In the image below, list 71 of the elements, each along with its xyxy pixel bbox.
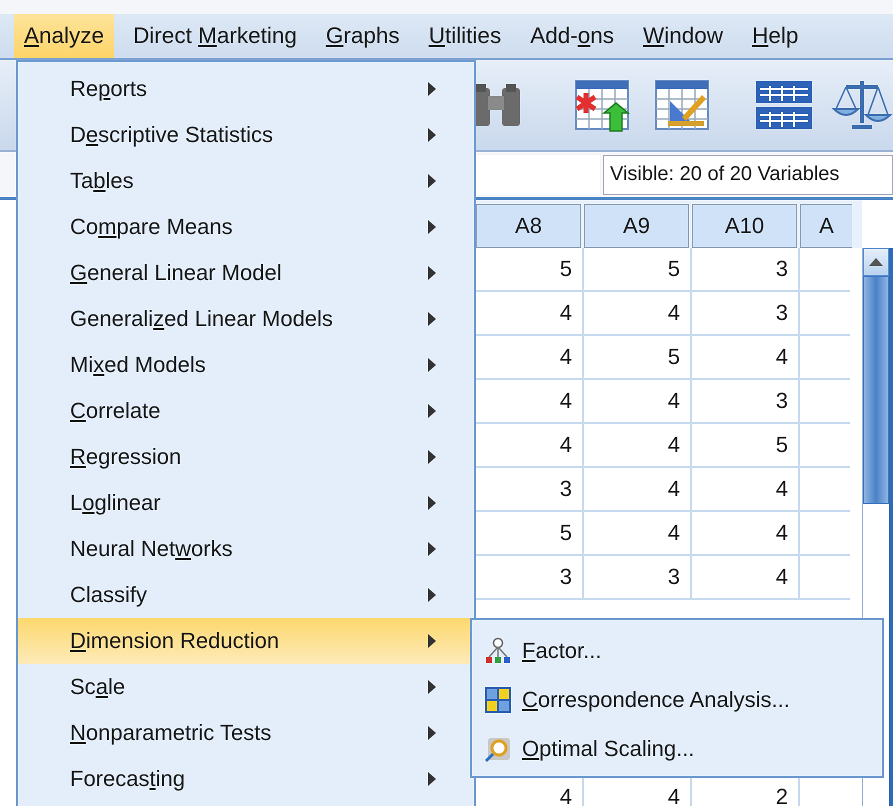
menu-item[interactable]: Scale	[18, 664, 474, 710]
menu-item[interactable]: Descriptive Statistics	[18, 112, 474, 158]
table-cell: 3	[692, 248, 800, 292]
grid-cells-icon	[484, 686, 512, 714]
column-header[interactable]: A9	[584, 204, 689, 248]
menu-item-label: General Linear Model	[70, 260, 282, 286]
table-cell: 4	[584, 424, 692, 468]
menu-item-label: Correlate	[70, 398, 160, 424]
menu-item[interactable]: Help	[742, 14, 808, 58]
menu-item[interactable]: Reports	[18, 66, 474, 112]
menu-item[interactable]: Analyze	[14, 14, 114, 58]
menu-item-label: Tables	[70, 168, 134, 194]
insert-cases-icon[interactable]	[572, 77, 632, 133]
table-cell: 5	[584, 336, 692, 380]
menu-item-label: Dimension Reduction	[70, 628, 280, 654]
menu-item[interactable]: Factor...	[472, 626, 882, 675]
table-cell: 4	[584, 292, 692, 336]
menu-item[interactable]: Mixed Models	[18, 342, 474, 388]
table-cell: 4	[692, 512, 800, 556]
table-cell: 4	[584, 468, 692, 512]
table-cell: 4	[584, 380, 692, 424]
menu-item[interactable]: Compare Means	[18, 204, 474, 250]
column-header[interactable]: A	[800, 204, 852, 248]
menu-item[interactable]: Neural Networks	[18, 526, 474, 572]
menu-item[interactable]: Correlate	[18, 388, 474, 434]
menu-item-label: Optimal Scaling...	[522, 736, 694, 762]
menu-item[interactable]: Nonparametric Tests	[18, 710, 474, 756]
menu-item-label: Loglinear	[70, 490, 161, 516]
menu-item-label: Factor...	[522, 638, 602, 664]
table-cell: 4	[692, 336, 800, 380]
cell-reference-field[interactable]	[476, 154, 600, 194]
menu-item-label: Correspondence Analysis...	[522, 686, 790, 712]
factor-icon	[484, 636, 512, 664]
menu-item-label: Classify	[70, 582, 148, 608]
menu-item[interactable]: Classify	[18, 572, 474, 618]
menu-item-label: Regression	[70, 444, 182, 470]
menu-item-label: Nonparametric Tests	[70, 720, 272, 746]
table-cell: 5	[692, 424, 800, 468]
table-cell: 4	[692, 556, 800, 600]
menu-item[interactable]: Graphs	[316, 14, 410, 58]
table-cell: 5	[584, 248, 692, 292]
table-cell: 3	[584, 556, 692, 600]
table-cell: 4	[584, 512, 692, 556]
menu-item[interactable]: Tables	[18, 158, 474, 204]
menu-item[interactable]: Forecasting	[18, 756, 474, 802]
menu-item-label: Scale	[70, 674, 126, 700]
table-cell: 4	[692, 468, 800, 512]
menu-item[interactable]: General Linear Model	[18, 250, 474, 296]
menu-item[interactable]: Direct Marketing	[123, 14, 307, 58]
menu-item-label: Forecasting	[70, 766, 185, 792]
menu-item[interactable]: Generalized Linear Models	[18, 296, 474, 342]
menu-item[interactable]: Correspondence Analysis...	[472, 675, 882, 724]
column-header[interactable]: A10	[692, 204, 797, 248]
menu-item-label: Mixed Models	[70, 352, 206, 378]
variables-indicator: Visible: 20 of 20 Variables	[603, 154, 893, 194]
menu-item-label: Reports	[70, 76, 148, 102]
menu-item[interactable]: Window	[633, 14, 734, 58]
menu-item[interactable]: Loglinear	[18, 480, 474, 526]
menu-item-label: Compare Means	[70, 214, 233, 240]
menu-item-label: Neural Networks	[70, 536, 233, 562]
table-cell: 3	[692, 292, 800, 336]
menu-item[interactable]: Optimal Scaling...	[472, 724, 882, 773]
table-cell: 3	[692, 380, 800, 424]
menu-item-label: Descriptive Statistics	[70, 122, 273, 148]
menu-item[interactable]: Regression	[18, 434, 474, 480]
insert-variable-icon[interactable]	[652, 77, 712, 133]
menu-item-label: Generalized Linear Models	[70, 306, 333, 332]
column-header[interactable]: A8	[476, 204, 581, 248]
menu-item[interactable]: Utilities	[418, 14, 512, 58]
up-arrow-icon[interactable]	[869, 258, 883, 266]
menu-item[interactable]: Add-ons	[520, 14, 624, 58]
